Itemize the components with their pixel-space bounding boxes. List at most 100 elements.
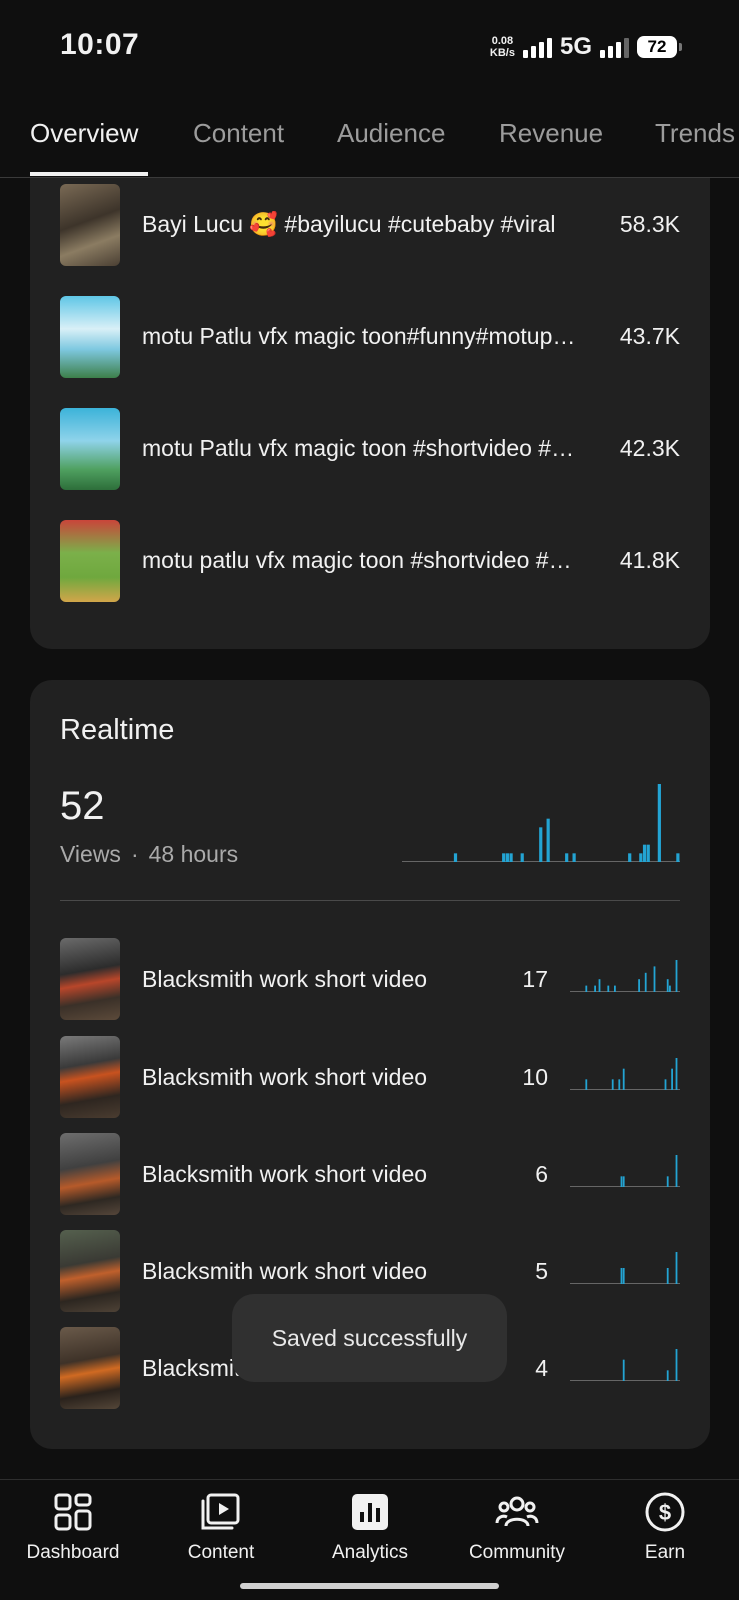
sparkline-bar: [675, 1349, 678, 1381]
video-views: 42.3K: [619, 435, 680, 461]
nav-label: Content: [187, 1542, 255, 1563]
sparkline-bar: [664, 1079, 667, 1090]
realtime-chart-bar: [520, 853, 524, 862]
svg-text:$: $: [659, 1500, 671, 1525]
sparkline-bar: [669, 985, 671, 992]
sparkline-bar: [671, 1068, 673, 1090]
sparkline-chart: [570, 1349, 680, 1381]
realtime-separator: ·: [130, 841, 139, 867]
sparkline-bar: [594, 985, 596, 992]
realtime-chart-bar: [676, 853, 680, 862]
nav-label: Community: [468, 1542, 566, 1563]
sparkline-bar: [675, 1058, 678, 1090]
realtime-row[interactable]: Blacksmith work short video 17: [60, 938, 680, 1020]
video-thumbnail: [60, 1133, 120, 1215]
tab-revenue[interactable]: Revenue: [499, 118, 603, 149]
realtime-title: Realtime: [60, 714, 175, 746]
tab-content[interactable]: Content: [193, 118, 284, 149]
realtime-row[interactable]: Blacksmith work short video 6: [60, 1133, 680, 1215]
battery-level: 72: [647, 37, 667, 56]
nav-label: Dashboard: [26, 1542, 120, 1563]
sparkline-bar: [622, 1268, 625, 1284]
status-time: 10:07: [60, 28, 140, 61]
nav-label: Analytics: [331, 1542, 409, 1563]
top-content-row[interactable]: motu Patlu vfx magic toon #shortvideo #v…: [60, 408, 680, 490]
dashboard-icon: [54, 1493, 92, 1531]
realtime-chart-bar: [642, 844, 647, 862]
network-type: 5G: [559, 33, 592, 60]
realtime-chart-bar: [565, 853, 569, 862]
net-speed: 0.08 KB/s: [490, 35, 515, 59]
sparkline-chart: [570, 1155, 680, 1187]
content-icon: [201, 1493, 240, 1530]
video-views: 6: [535, 1161, 548, 1187]
tab-audience[interactable]: Audience: [337, 118, 445, 149]
realtime-bar-chart: [402, 784, 680, 862]
video-views: 43.7K: [619, 323, 680, 349]
video-views: 5: [535, 1258, 548, 1284]
tab-trends[interactable]: Trends: [655, 118, 735, 149]
realtime-chart-bar: [539, 827, 543, 862]
sparkline-bar: [638, 979, 640, 992]
net-speed-unit: KB/s: [489, 47, 515, 59]
video-views: 17: [522, 966, 548, 992]
video-thumbnail: [60, 1327, 120, 1409]
sparkline-bar: [622, 1068, 625, 1090]
video-title: Blacksmith work short video: [142, 966, 428, 992]
nav-analytics[interactable]: Analytics: [305, 1490, 435, 1564]
nav-earn[interactable]: $ Earn: [600, 1490, 730, 1564]
realtime-metric: Views: [60, 841, 121, 867]
earn-icon: $: [645, 1492, 685, 1532]
nav-dashboard[interactable]: Dashboard: [8, 1490, 138, 1564]
video-views: 10: [522, 1064, 548, 1090]
sparkline-bar: [622, 1359, 625, 1381]
nav-content[interactable]: Content: [156, 1490, 286, 1564]
video-thumbnail: [60, 1036, 120, 1118]
video-views: 58.3K: [619, 211, 680, 237]
sparkline-bar: [644, 972, 647, 992]
video-thumbnail: [60, 408, 120, 490]
tab-bar: Overview Content Audience Revenue Trends: [0, 92, 739, 178]
video-thumbnail: [60, 520, 120, 602]
sparkline-chart: [570, 1058, 680, 1090]
nav-community[interactable]: Community: [452, 1490, 582, 1564]
sparkline-bar: [620, 1176, 623, 1187]
video-views: 41.8K: [619, 547, 680, 573]
sparkline-bar: [622, 1176, 625, 1187]
video-title: Bayi Lucu 🥰 #bayilucu #cutebaby #viral: [142, 211, 556, 237]
video-thumbnail: [60, 1230, 120, 1312]
nav-label: Earn: [644, 1542, 686, 1563]
top-content-row[interactable]: Bayi Lucu 🥰 #bayilucu #cutebaby #viral 5…: [60, 184, 680, 266]
signal-icon-2: [600, 36, 629, 58]
realtime-chart-bar: [502, 853, 506, 862]
status-bar: 10:07 0.08 KB/s 5G 72: [0, 0, 739, 92]
sparkline-bar: [675, 960, 678, 992]
realtime-count: 52: [60, 784, 105, 828]
sparkline-bar: [666, 1268, 669, 1284]
video-thumbnail: [60, 938, 120, 1020]
top-content-row[interactable]: motu Patlu vfx magic toon#funny#motupatl…: [60, 296, 680, 378]
video-views: 4: [535, 1355, 548, 1381]
realtime-row[interactable]: Blacksmith work short video 10: [60, 1036, 680, 1118]
sparkline-chart: [570, 1252, 680, 1284]
video-thumbnail: [60, 296, 120, 378]
sparkline-bar: [598, 979, 601, 992]
sparkline-bar: [666, 979, 669, 992]
sparkline-bar: [611, 1079, 614, 1090]
realtime-subtitle: Views · 48 hours: [60, 841, 238, 868]
battery-icon: 72: [637, 36, 682, 58]
sparkline-bar: [620, 1268, 623, 1284]
sparkline-bar: [614, 985, 616, 992]
video-title: Blacksmith work short video: [142, 1161, 428, 1187]
realtime-chart-bar: [646, 844, 650, 862]
video-title: Blacksmith work short video: [142, 1064, 428, 1090]
video-title: motu Patlu vfx magic toon#funny#motupatl…: [142, 323, 582, 349]
realtime-chart-bar: [546, 818, 550, 862]
sparkline-bar: [653, 966, 656, 992]
sparkline-bar: [675, 1155, 678, 1187]
top-content-row[interactable]: motu patlu vfx magic toon #shortvideo #v…: [60, 520, 680, 602]
status-icons: 0.08 KB/s 5G 72: [490, 30, 682, 64]
realtime-chart-bar: [509, 853, 513, 862]
divider: [60, 900, 680, 901]
tab-overview[interactable]: Overview: [30, 118, 138, 149]
